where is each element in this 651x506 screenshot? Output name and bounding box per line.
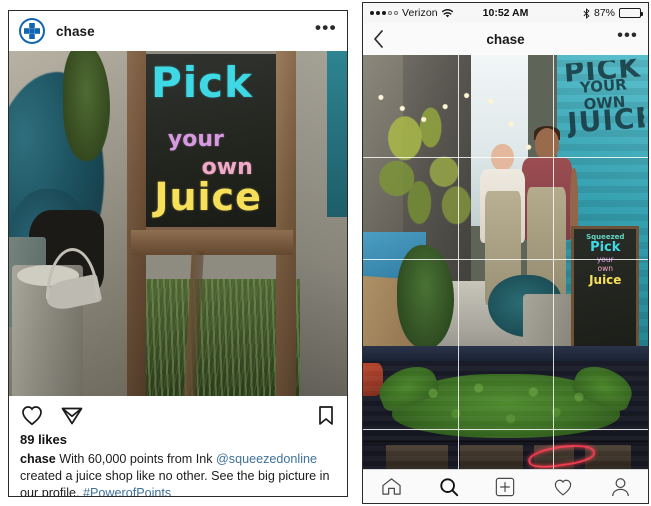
tab-search-icon[interactable]	[439, 477, 459, 497]
photo-vine	[63, 51, 111, 162]
caption-mention-link[interactable]: @squeezedonline	[216, 452, 317, 466]
post-header: chase •••	[9, 11, 347, 51]
photo-hedge-texture	[391, 374, 620, 438]
carrier-label: Verizon	[402, 7, 438, 19]
post-actions-row	[9, 396, 347, 430]
small-board-line-4: own	[597, 264, 613, 274]
photo-neon-sign	[527, 441, 597, 471]
photo-storefront	[363, 440, 648, 471]
tab-profile-icon[interactable]	[611, 477, 630, 497]
photo-easel-crossbar	[130, 230, 293, 255]
tab-add-post-icon[interactable]	[495, 477, 515, 497]
chase-logo-icon[interactable]	[19, 18, 45, 44]
photo-easel-leg-right	[276, 51, 297, 396]
small-board-line-2: Pick	[590, 240, 621, 256]
photo-hedge-mustache	[391, 374, 620, 438]
photo-easel-leg-left	[127, 51, 146, 396]
nav-more-options-icon[interactable]: •••	[617, 27, 638, 46]
status-bar-right: 87%	[583, 7, 643, 19]
nav-bar: chase •••	[363, 23, 648, 55]
bookmark-icon[interactable]	[316, 404, 336, 426]
photo-small-chalkboard: Squeezed Pick your own Juice	[571, 226, 640, 349]
post-more-options-icon[interactable]: •••	[315, 19, 337, 39]
profile-photo-mustache-topiary[interactable]	[363, 361, 648, 471]
chevron-left-icon[interactable]	[373, 30, 384, 48]
tab-home-icon[interactable]	[381, 477, 402, 496]
bottom-tab-bar	[363, 469, 648, 503]
post-caption: chase With 60,000 points from Ink @squee…	[9, 450, 347, 497]
photo-teal-wall	[326, 51, 347, 217]
instagram-feed-post-card: chase ••• Pick your own Juice 89 likes c…	[8, 10, 348, 497]
photo-red-banner	[363, 363, 383, 397]
caption-text-2: created a juice shop like no other. See …	[20, 469, 330, 497]
post-username[interactable]: chase	[56, 24, 95, 39]
status-bar: Verizon 10:52 AM 87%	[363, 3, 648, 23]
photo-bottom-strip	[363, 345, 648, 361]
small-board-line-5: Juice	[589, 273, 622, 288]
status-bar-left: Verizon	[370, 7, 453, 19]
battery-percent-label: 87%	[593, 7, 615, 19]
heart-icon[interactable]	[20, 404, 44, 426]
wifi-icon	[441, 8, 453, 18]
battery-icon	[619, 8, 643, 18]
caption-hashtag-link[interactable]: #PowerofPoints	[83, 486, 171, 496]
tab-activity-heart-icon[interactable]	[552, 477, 574, 497]
instagram-profile-phone-card: Verizon 10:52 AM 87% chase ••• PICK YOUR…	[362, 2, 649, 504]
post-likes-count[interactable]: 89 likes	[9, 430, 347, 450]
paper-plane-icon[interactable]	[60, 404, 84, 426]
post-photo-chalkboard-sign[interactable]: Pick your own Juice	[9, 51, 347, 396]
wall-text-juice: JUICE	[566, 100, 648, 140]
caption-text-1: With 60,000 points from Ink	[55, 452, 217, 466]
caption-username[interactable]: chase	[20, 452, 56, 466]
signal-strength-icon	[370, 11, 398, 15]
photo-chalkboard	[140, 54, 280, 230]
nav-title: chase	[486, 31, 525, 47]
crop-grid-overlay-2	[363, 361, 648, 471]
bluetooth-icon	[583, 7, 590, 19]
photo-string-lights	[368, 79, 489, 172]
profile-photo-alley[interactable]: PICK YOUR OWN JUICE Squeezed Pick your o…	[363, 55, 648, 361]
small-board-line-3: your	[596, 255, 614, 265]
